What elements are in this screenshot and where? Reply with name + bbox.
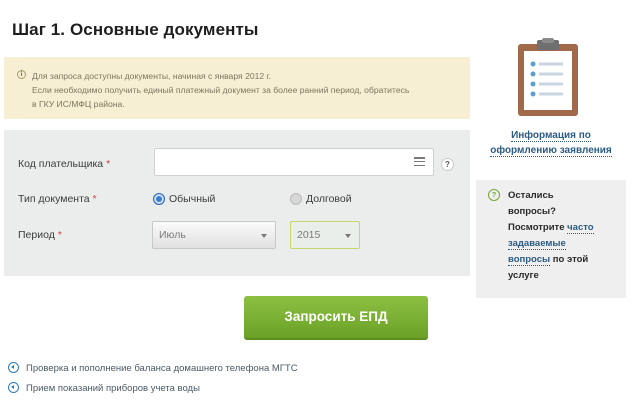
required-mark: *: [57, 229, 62, 241]
payer-code-label: Код плательщика *: [18, 158, 110, 170]
radio-debt-label[interactable]: Долговой: [306, 193, 352, 205]
link-mgts-balance-text[interactable]: Проверка и пополнение баланса домашнего …: [26, 363, 298, 374]
required-mark: *: [92, 193, 97, 205]
questions-line-3: Посмотрите часто: [508, 220, 618, 236]
questions-line-4: задаваемые: [508, 236, 618, 252]
notice-line-1: Для запроса доступны документы, начиная …: [32, 71, 272, 81]
questions-line-6: услуге: [508, 270, 539, 281]
year-select[interactable]: 2015: [290, 221, 360, 249]
arrow-circle-icon: [8, 382, 19, 393]
questions-line-2: вопросы?: [508, 206, 556, 217]
questions-prefix: Посмотрите: [508, 222, 565, 233]
clipboard-icon: [518, 38, 578, 116]
page-title: Шаг 1. Основные документы: [12, 20, 259, 39]
radio-debt[interactable]: [290, 193, 302, 205]
doc-type-label: Тип документа *: [18, 193, 97, 205]
questions-suffix: по этой: [552, 254, 589, 265]
year-value: 2015: [297, 229, 321, 241]
questions-line-1: Остались: [508, 190, 554, 201]
notice-line-3: в ГКУ ИС/МФЦ района.: [32, 99, 125, 109]
faq-link-part-3[interactable]: вопросы: [508, 254, 551, 266]
payer-code-input[interactable]: [154, 148, 434, 176]
application-info-line-1[interactable]: Информация по: [511, 130, 591, 142]
radio-regular-label[interactable]: Обычный: [169, 193, 215, 205]
notice-line-2: Если необходимо получить единый платежны…: [32, 85, 410, 95]
chevron-down-icon: [261, 234, 267, 238]
submit-button[interactable]: Запросить ЕПД: [244, 296, 428, 340]
questions-box: ? Остались вопросы? Посмотрите часто зад…: [476, 180, 626, 298]
request-form: Код плательщика * ? Тип документа * Обыч…: [4, 130, 470, 276]
questions-line-5: вопросы по этой: [508, 252, 618, 268]
month-select[interactable]: Июль: [152, 221, 276, 249]
arrow-circle-icon: [8, 362, 19, 373]
question-icon: ?: [488, 189, 500, 201]
info-icon: i: [17, 70, 26, 79]
month-value: Июль: [159, 229, 186, 241]
required-mark: *: [106, 158, 111, 170]
faq-link-part-2[interactable]: задаваемые: [508, 238, 566, 250]
chevron-down-icon: [345, 234, 351, 238]
faq-link-part-1[interactable]: часто: [567, 222, 594, 234]
period-label: Период *: [18, 229, 62, 241]
notice-box: i Для запроса доступны документы, начина…: [4, 57, 470, 119]
payer-code-label-text: Код плательщика: [18, 158, 104, 170]
application-info-link[interactable]: Информация по оформлению заявления: [476, 128, 626, 158]
link-water-meters-text[interactable]: Прием показаний приборов учета воды: [26, 383, 200, 394]
application-info-line-2[interactable]: оформлению заявления: [490, 145, 612, 157]
help-icon[interactable]: ?: [441, 158, 454, 171]
doc-type-label-text: Тип документа: [18, 193, 90, 205]
period-label-text: Период: [18, 229, 55, 241]
radio-regular[interactable]: [153, 193, 165, 205]
menu-icon[interactable]: [414, 157, 425, 167]
